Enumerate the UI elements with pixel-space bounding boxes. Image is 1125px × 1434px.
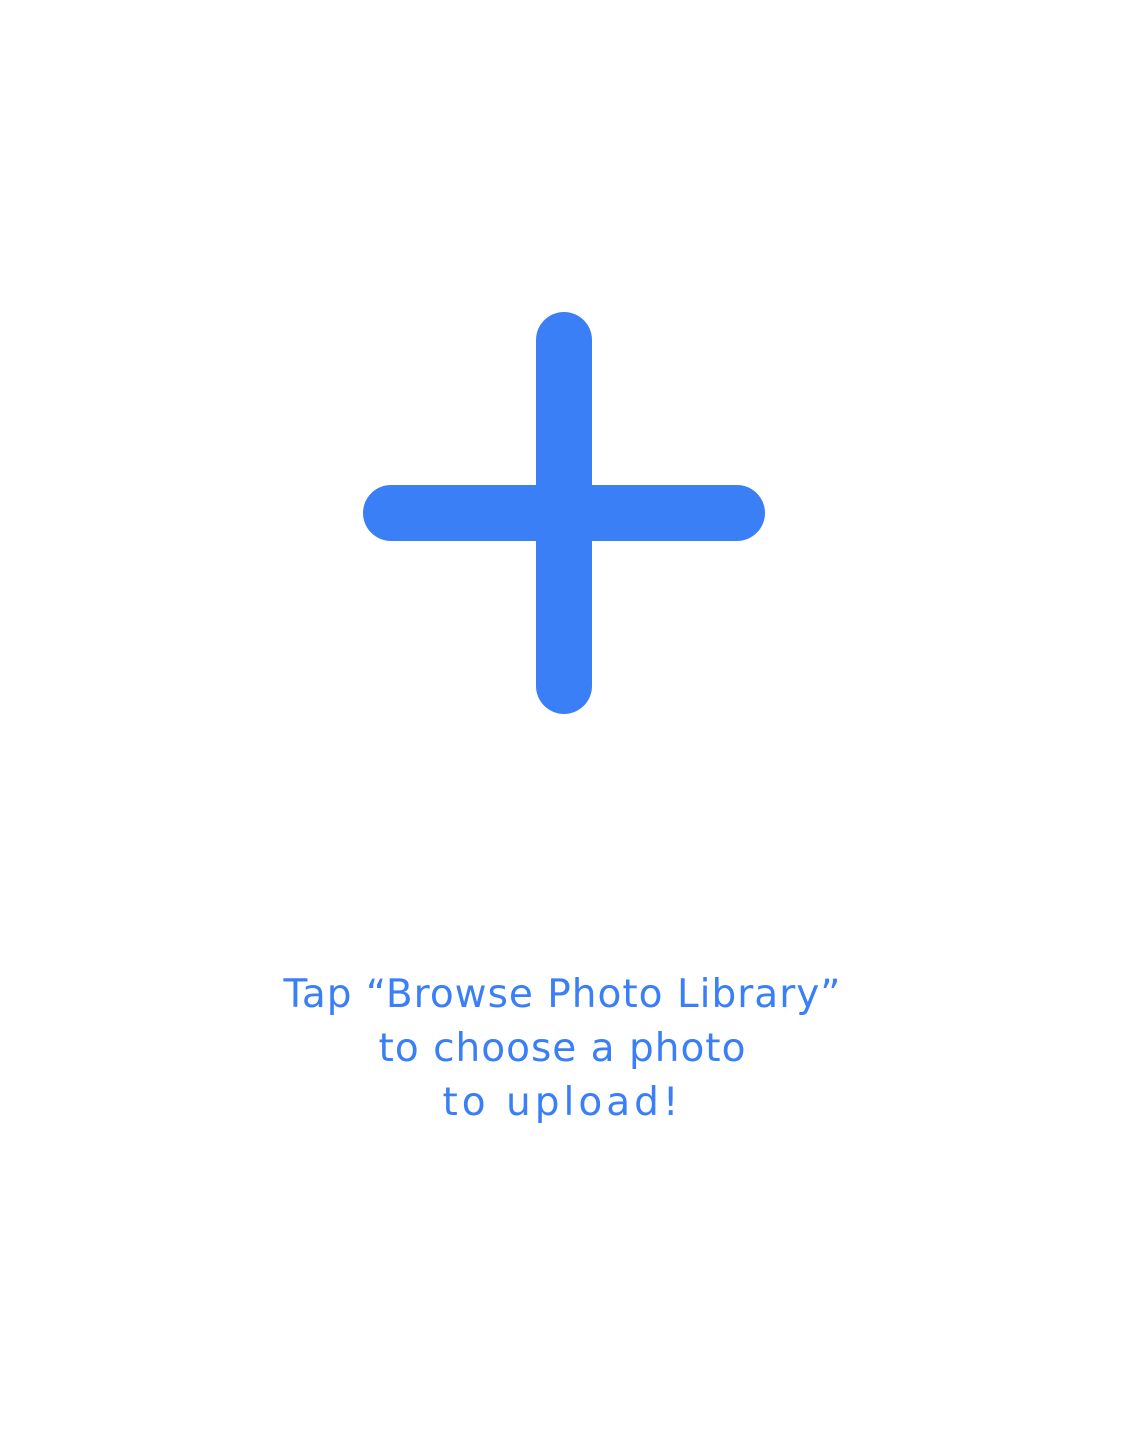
instruction-line-3: to upload! — [442, 1080, 683, 1125]
plus-icon[interactable] — [363, 312, 765, 714]
photo-upload-screen: Tap “Browse Photo Library” to choose a p… — [0, 0, 1125, 1434]
upload-instructions: Tap “Browse Photo Library” to choose a p… — [0, 968, 1125, 1130]
instruction-line-1: Tap “Browse Photo Library” — [283, 972, 842, 1017]
plus-icon-horizontal-bar — [363, 485, 765, 541]
instruction-line-2: to choose a photo — [378, 1026, 747, 1071]
